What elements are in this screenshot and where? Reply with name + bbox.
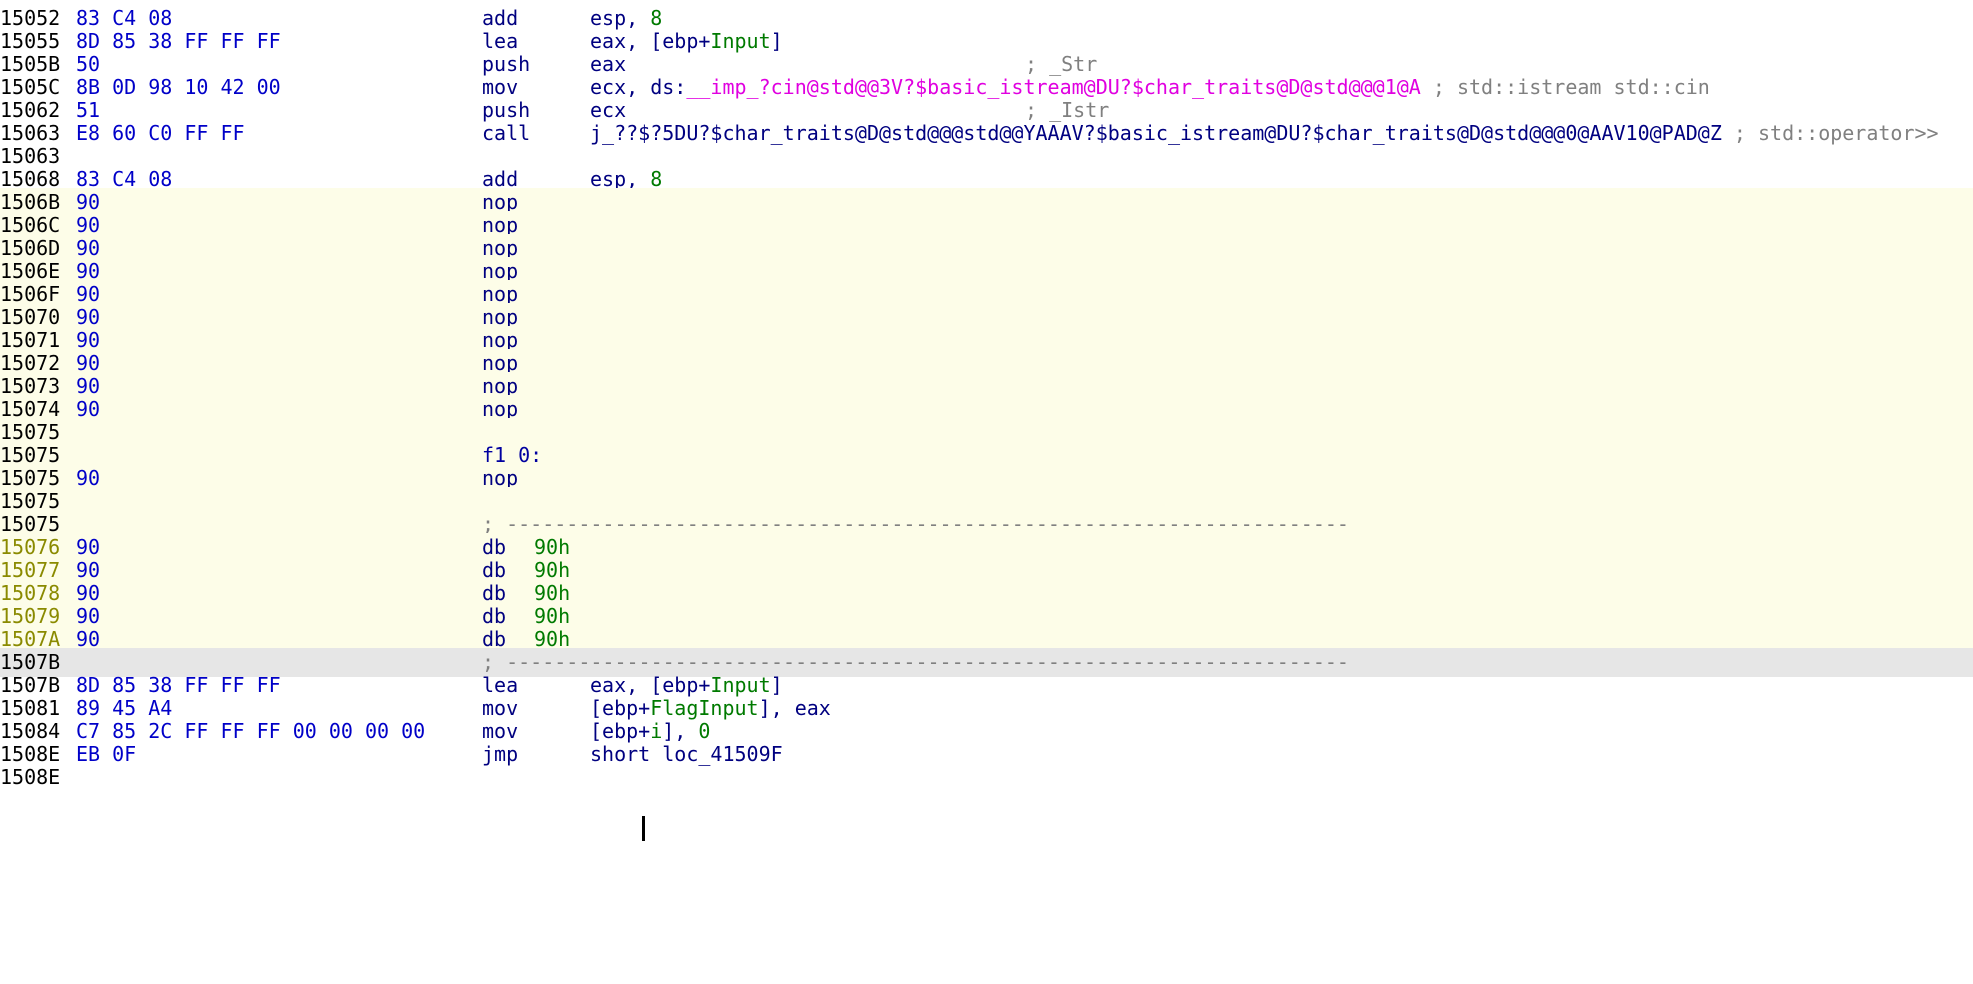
text-cursor xyxy=(642,816,645,841)
disassembly-listing[interactable]: 15052 83 C4 08 add esp, 8 15055 8D 85 38 FF F… xyxy=(0,0,1973,984)
address[interactable]: 1508E xyxy=(0,763,60,792)
listing-line[interactable]: 1508E xyxy=(0,763,1973,792)
